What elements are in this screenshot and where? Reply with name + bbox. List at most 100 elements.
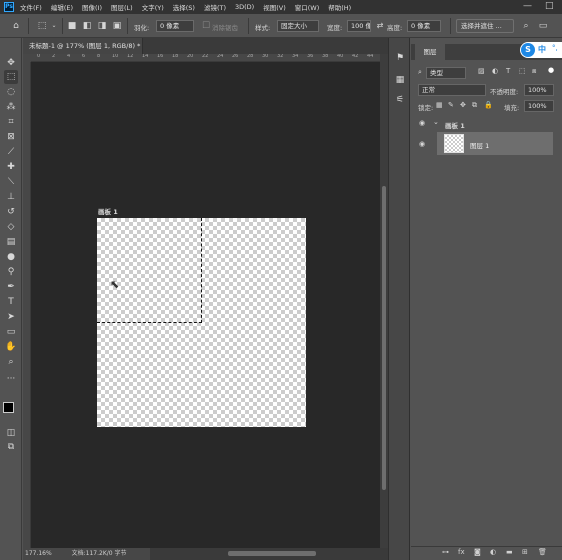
marquee-preset-icon[interactable]: ⬚ [36,20,48,32]
antialias-checkbox[interactable]: ☐ [200,20,212,32]
brush-settings-icon[interactable]: ⚟ [394,94,406,106]
menu-file[interactable]: 文件(F) [20,2,42,12]
layer-thumbnail[interactable] [444,134,464,153]
brush-tool-icon[interactable]: ⟍ [4,175,18,189]
lasso-tool-icon[interactable]: ◌ [4,85,18,99]
menu-image[interactable]: 图像(I) [82,2,102,12]
pen-tool-icon[interactable]: ✒ [4,280,18,294]
chevron-down-icon[interactable]: ⌄ [48,20,60,32]
lock-all-icon[interactable]: 🔒 [484,101,493,109]
ime-language[interactable]: 中 [538,44,546,55]
new-group-icon[interactable]: ▬ [506,548,513,556]
move-tool-icon[interactable]: ✥ [4,56,18,70]
filter-search-icon: ⌕ [418,68,422,76]
gradient-tool-icon[interactable]: ▤ [4,235,18,249]
filter-toggle-icon[interactable]: ● [548,66,554,74]
properties-panel-icon[interactable]: ▦ [394,74,406,86]
height-input[interactable]: 0 像素 [407,20,441,32]
fill-input[interactable]: 100% [524,100,554,112]
menu-select[interactable]: 选择(S) [173,2,195,12]
blend-mode-select[interactable]: 正常 [418,84,486,96]
ime-punctuation[interactable]: °, [552,44,558,52]
pixel-filter-icon[interactable]: ▨ [478,67,485,75]
width-input[interactable]: 100 像 [347,20,371,32]
history-brush-tool-icon[interactable]: ↺ [4,205,18,219]
zoom-level[interactable]: 177.16% [25,550,52,557]
home-icon[interactable]: ⌂ [10,20,22,32]
hand-tool-icon[interactable]: ✋ [4,340,18,354]
clone-stamp-tool-icon[interactable]: ⊥ [4,190,18,204]
lock-position-icon[interactable]: ✥ [460,101,466,109]
adjustment-layer-icon[interactable]: ◐ [490,548,496,556]
ruler-mark: 30 [262,54,269,59]
eraser-tool-icon[interactable]: ◇ [4,220,18,234]
menu-edit[interactable]: 编辑(E) [51,2,73,12]
lock-artboard-icon[interactable]: ⧉ [472,101,477,110]
menu-help[interactable]: 帮助(H) [328,2,351,12]
ruler-mark: 42 [352,54,359,59]
search-icon[interactable]: ⌕ [520,20,532,32]
opacity-input[interactable]: 100% [524,84,554,96]
shape-filter-icon[interactable]: ⬚ [519,67,526,75]
new-layer-icon[interactable]: ⊞ [522,548,528,556]
horizontal-scroll-thumb[interactable] [228,551,316,556]
menu-type[interactable]: 文字(Y) [142,2,164,12]
add-selection-icon[interactable]: ◧ [81,20,93,32]
lock-image-icon[interactable]: ✎ [448,101,454,109]
intersect-selection-icon[interactable]: ▣ [111,20,123,32]
eye-icon[interactable]: ◉ [419,140,425,148]
chevron-down-icon[interactable]: ⌄ [433,118,439,126]
menu-window[interactable]: 窗口(W) [295,2,320,12]
eyedropper-tool-icon[interactable]: ⟋ [4,145,18,159]
maximize-button[interactable]: □ [545,1,554,11]
smart-object-filter-icon[interactable]: ⧈ [532,67,536,76]
magic-wand-tool-icon[interactable]: ⁂ [4,100,18,114]
artboard-layer-name[interactable]: 画板 1 [445,120,465,130]
rectangular-marquee-tool-icon[interactable]: ⬚ [4,70,18,84]
delete-layer-icon[interactable]: 🗑 [538,548,547,556]
frame-tool-icon[interactable]: ⊠ [4,130,18,144]
history-panel-icon[interactable]: ⚑ [394,52,406,64]
link-layers-icon[interactable]: ⊶ [442,548,449,556]
feather-input[interactable]: 0 像素 [156,20,194,32]
dodge-tool-icon[interactable]: ⚲ [4,265,18,279]
vertical-scroll-thumb[interactable] [382,186,386,490]
layer-style-icon[interactable]: fx [458,548,465,556]
workspace-icon[interactable]: ▭ [537,20,549,32]
minimize-button[interactable]: — [523,1,532,11]
menu-3d[interactable]: 3D(D) [235,3,254,11]
style-select[interactable]: 固定大小 [277,20,319,32]
crop-tool-icon[interactable]: ⌗ [4,115,18,129]
new-selection-icon[interactable]: ■ [66,20,78,32]
layer-name[interactable]: 图层 1 [470,140,489,150]
add-mask-icon[interactable]: ◙ [474,548,481,556]
subtract-selection-icon[interactable]: ◨ [96,20,108,32]
rectangle-tool-icon[interactable]: ▭ [4,325,18,339]
menu-filter[interactable]: 滤镜(T) [204,2,226,12]
swap-icon[interactable]: ⇄ [374,20,386,32]
eye-icon[interactable]: ◉ [419,119,425,127]
adjustment-filter-icon[interactable]: ◐ [492,67,498,75]
document-info: 文档:117.2K/0 字节 [71,550,127,557]
path-selection-tool-icon[interactable]: ➤ [4,310,18,324]
ime-logo-icon[interactable]: S [521,43,535,57]
blur-tool-icon[interactable]: ● [4,250,18,264]
document-tab[interactable]: 未标题-1 @ 177% (图层 1, RGB/8) *× [23,38,151,54]
menu-view[interactable]: 视图(V) [263,2,286,12]
quick-mask-icon[interactable]: ◫ [4,426,18,440]
screen-mode-icon[interactable]: ⧉ [4,440,18,454]
lock-transparent-icon[interactable]: ▦ [436,101,443,109]
more-tools-icon[interactable]: ··· [4,372,18,386]
layer-filter-select[interactable]: 类型 [426,67,466,79]
type-tool-icon[interactable]: T [4,295,18,309]
tab-layers[interactable]: 图层 [415,44,445,60]
artboard-label[interactable]: 画板 1 [98,206,118,216]
type-filter-icon[interactable]: T [506,67,510,75]
menu-layer[interactable]: 图层(L) [111,2,133,12]
healing-brush-tool-icon[interactable]: ✚ [4,160,18,174]
ruler-mark: 44 [367,54,374,59]
zoom-tool-icon[interactable]: ⌕ [4,355,18,369]
foreground-color-swatch[interactable] [3,402,14,413]
select-and-mask-button[interactable]: 选择并遮住 ... [456,19,514,33]
ruler-mark: 0 [37,54,41,59]
